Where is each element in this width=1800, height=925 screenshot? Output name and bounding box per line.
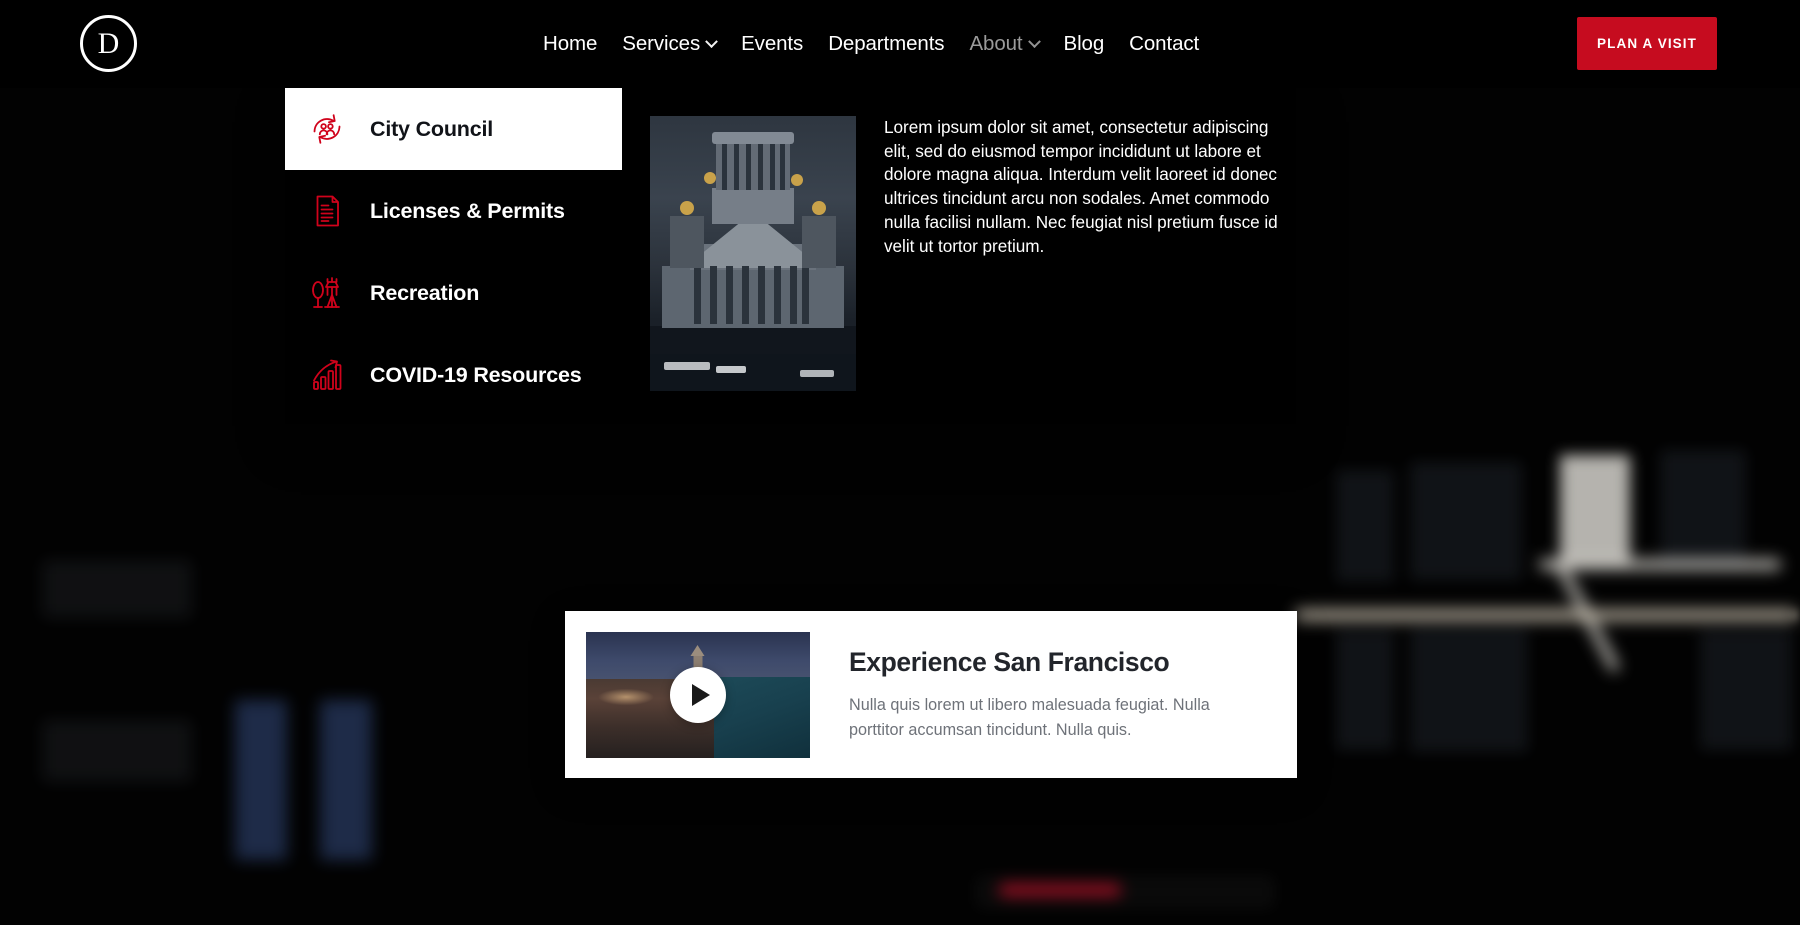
experience-video-card[interactable]: Experience San Francisco Nulla quis lore… (565, 611, 1297, 778)
dropdown-menu-list: City Council Licenses & Permits (285, 88, 622, 424)
dropdown-item-label: Licenses & Permits (370, 199, 565, 224)
play-icon[interactable] (670, 667, 726, 723)
nav-label: Blog (1064, 32, 1105, 56)
nav-label: Home (543, 32, 597, 56)
nav-item-contact[interactable]: Contact (1129, 32, 1224, 56)
nav-item-events[interactable]: Events (741, 32, 828, 56)
nav-item-departments[interactable]: Departments (828, 32, 969, 56)
main-nav: Home Services Events Departments About B… (543, 0, 1224, 88)
plan-a-visit-button[interactable]: PLAN A VISIT (1577, 17, 1717, 70)
video-card-body: Experience San Francisco Nulla quis lore… (810, 647, 1276, 742)
park-tree-playground-icon (305, 271, 349, 315)
nav-label: Contact (1129, 32, 1199, 56)
nav-item-blog[interactable]: Blog (1064, 32, 1130, 56)
nav-label: Services (622, 32, 700, 56)
dropdown-body-text: Lorem ipsum dolor sit amet, consectetur … (884, 116, 1282, 424)
dropdown-feature-panel: Lorem ipsum dolor sit amet, consectetur … (622, 88, 1296, 424)
people-refresh-icon (305, 107, 349, 151)
dropdown-item-licenses-permits[interactable]: Licenses & Permits (285, 170, 622, 252)
dropdown-item-label: City Council (370, 117, 493, 142)
video-card-description: Nulla quis lorem ut libero malesuada feu… (849, 693, 1256, 742)
dropdown-item-recreation[interactable]: Recreation (285, 252, 622, 334)
dropdown-item-label: COVID-19 Resources (370, 363, 581, 388)
nav-label: Events (741, 32, 803, 56)
cathedral-photo (650, 116, 856, 391)
nav-label: Departments (828, 32, 944, 56)
about-mega-dropdown: City Council Licenses & Permits (285, 88, 1296, 424)
dropdown-item-city-council[interactable]: City Council (285, 88, 622, 170)
divi-circle-logo[interactable]: D (80, 15, 137, 72)
logo-letter: D (98, 29, 120, 59)
document-lines-icon (305, 189, 349, 233)
top-navigation-bar: D Home Services Events Departments About… (0, 0, 1800, 88)
nav-item-about[interactable]: About (969, 32, 1063, 56)
nav-item-home[interactable]: Home (543, 32, 622, 56)
chevron-down-icon (1028, 35, 1041, 48)
video-thumbnail[interactable] (586, 632, 810, 758)
nav-label: About (969, 32, 1022, 56)
dropdown-item-covid-19-resources[interactable]: COVID-19 Resources (285, 334, 622, 416)
thumb-water (714, 677, 810, 758)
video-card-title: Experience San Francisco (849, 647, 1256, 678)
page-root: Experience San Francisco Nulla quis lore… (0, 0, 1800, 925)
bar-chart-arrow-icon (305, 353, 349, 397)
dropdown-item-label: Recreation (370, 281, 479, 306)
chevron-down-icon (705, 35, 718, 48)
nav-item-services[interactable]: Services (622, 32, 741, 56)
